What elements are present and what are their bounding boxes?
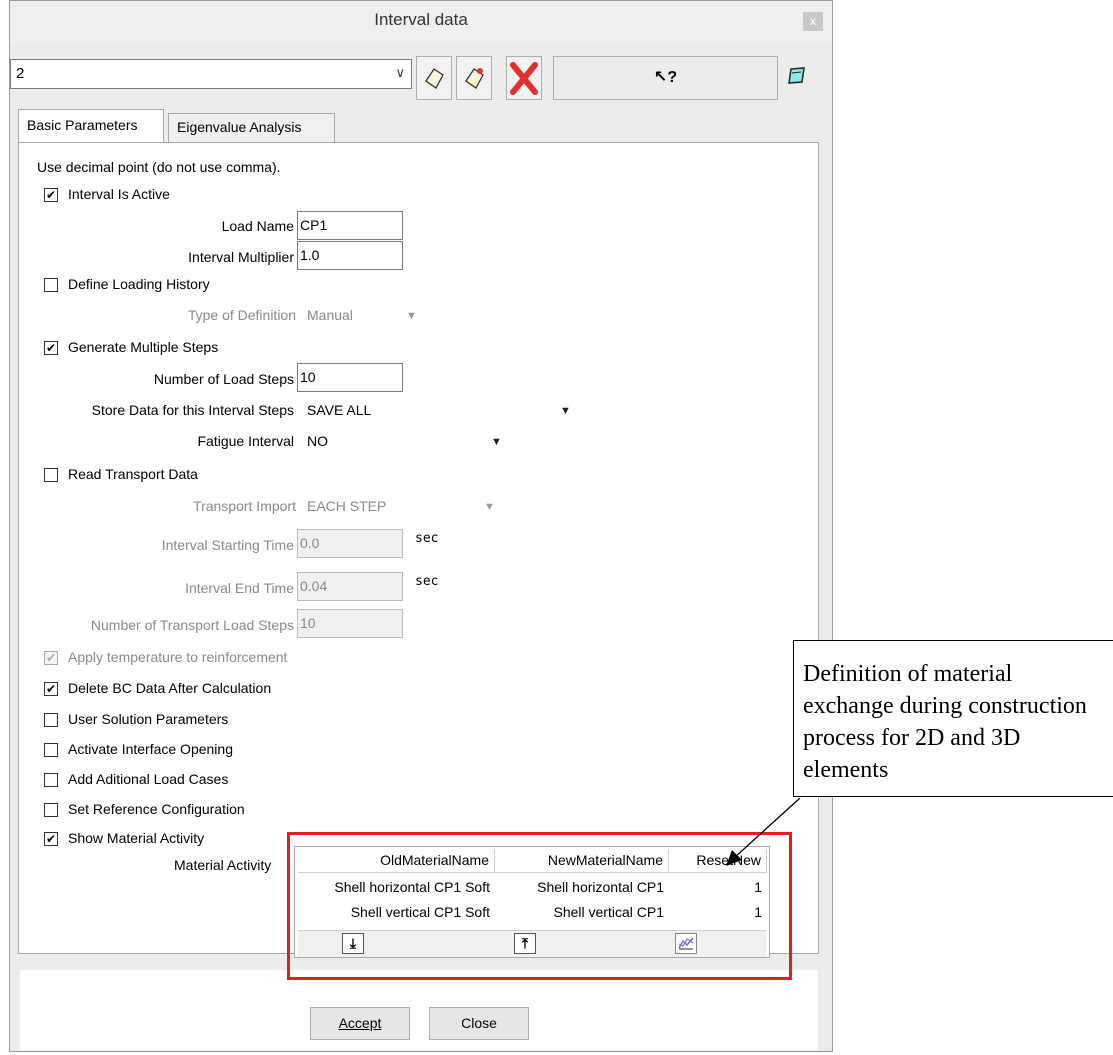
load-name-label: Load Name — [221, 218, 294, 234]
interval-multiplier-label: Interval Multiplier — [188, 249, 294, 265]
context-help-label: ? — [667, 69, 678, 86]
material-activity-label: Material Activity — [174, 857, 272, 873]
set-reference-configuration-label: Set Reference Configuration — [68, 801, 245, 817]
annotation-callout: Definition of material exchange during c… — [793, 640, 1113, 797]
chevron-down-icon: ∨ — [395, 65, 405, 80]
delete-interval-button[interactable] — [506, 56, 542, 100]
delete-bc-data-checkbox[interactable]: ✔ — [44, 682, 58, 696]
define-loading-history-label: Define Loading History — [68, 276, 210, 292]
interval-starting-time-unit: sec — [415, 531, 439, 546]
accept-button[interactable]: Accept — [310, 1007, 410, 1040]
transport-import-arrow-icon: ▼ — [484, 501, 495, 513]
annotation-text: Definition of material exchange during c… — [803, 661, 1087, 783]
interval-active-label: Interval Is Active — [68, 186, 170, 202]
interval-end-time-field[interactable]: 0.04 — [297, 572, 403, 601]
store-data-select[interactable]: SAVE ALL — [307, 402, 371, 418]
generate-multiple-steps-label: Generate Multiple Steps — [68, 339, 219, 355]
close-window-button[interactable]: x — [803, 12, 823, 31]
type-of-definition-label: Type of Definition — [187, 307, 296, 323]
read-transport-data-label: Read Transport Data — [68, 466, 198, 482]
add-additional-load-cases-label: Add Aditional Load Cases — [68, 771, 229, 787]
interval-end-time-unit: sec — [415, 574, 439, 589]
read-transport-data-checkbox[interactable] — [44, 468, 58, 482]
interval-multiplier-field[interactable]: 1.0 — [297, 241, 403, 270]
tab-eigenvalue-analysis[interactable]: Eigenvalue Analysis — [168, 113, 335, 143]
apply-temperature-checkbox[interactable]: ✔ — [44, 651, 58, 665]
generate-multiple-steps-checkbox[interactable]: ✔ — [44, 341, 58, 355]
fatigue-interval-arrow-icon: ▼ — [491, 436, 502, 448]
context-help-icon: ↖ — [653, 69, 668, 86]
close-label: Close — [461, 1015, 497, 1031]
activate-interface-opening-label: Activate Interface Opening — [68, 741, 233, 757]
delete-interval-icon — [510, 62, 538, 95]
highlight-box — [287, 832, 792, 980]
context-help-button[interactable]: ↖? — [553, 56, 778, 100]
fatigue-interval-label: Fatigue Interval — [197, 433, 295, 449]
load-name-field[interactable]: CP1 — [297, 211, 403, 240]
add-interval-button[interactable] — [416, 56, 452, 100]
user-solution-parameters-checkbox[interactable] — [44, 713, 58, 727]
transport-import-select[interactable]: EACH STEP — [307, 498, 386, 514]
type-of-definition-select[interactable]: Manual — [307, 307, 353, 323]
set-reference-configuration-checkbox[interactable] — [44, 803, 58, 817]
dialog-button-bar — [20, 970, 818, 1050]
add-additional-load-cases-checkbox[interactable] — [44, 773, 58, 787]
copy-interval-icon — [465, 68, 484, 89]
decimal-note: Use decimal point (do not use comma). — [37, 159, 281, 175]
notebook-icon — [788, 67, 805, 84]
number-of-load-steps-label: Number of Load Steps — [153, 371, 294, 387]
type-of-definition-arrow-icon: ▼ — [406, 310, 417, 322]
define-loading-history-checkbox[interactable] — [44, 278, 58, 292]
interval-select[interactable]: 2 ∨ — [10, 59, 412, 89]
title-bar: Interval data x — [10, 1, 832, 43]
fatigue-interval-select[interactable]: NO — [307, 433, 328, 449]
close-button[interactable]: Close — [429, 1007, 529, 1040]
transport-import-label: Transport Import — [193, 498, 296, 514]
transport-load-steps-field[interactable]: 10 — [297, 609, 403, 638]
interval-starting-time-field[interactable]: 0.0 — [297, 529, 403, 558]
delete-bc-data-label: Delete BC Data After Calculation — [68, 680, 272, 696]
number-of-load-steps-field[interactable]: 10 — [297, 363, 403, 392]
interval-active-checkbox[interactable]: ✔ — [44, 188, 58, 202]
notebook-button[interactable] — [786, 65, 808, 90]
store-data-label: Store Data for this Interval Steps — [91, 402, 294, 418]
user-solution-parameters-label: User Solution Parameters — [68, 711, 229, 727]
annotation-arrow — [726, 797, 801, 866]
interval-starting-time-label: Interval Starting Time — [161, 537, 294, 553]
show-material-activity-checkbox[interactable]: ✔ — [44, 832, 58, 846]
apply-temperature-label: Apply temperature to reinforcement — [68, 649, 288, 665]
accept-label: Accept — [338, 1015, 382, 1031]
copy-interval-button[interactable] — [456, 56, 492, 100]
add-interval-icon — [425, 68, 444, 89]
interval-select-value: 2 — [16, 65, 25, 82]
interval-end-time-label: Interval End Time — [185, 580, 294, 596]
show-material-activity-label: Show Material Activity — [68, 830, 205, 846]
transport-load-steps-label: Number of Transport Load Steps — [90, 617, 294, 633]
activate-interface-opening-checkbox[interactable] — [44, 743, 58, 757]
store-data-arrow-icon: ▼ — [560, 405, 571, 417]
window-title: Interval data — [374, 10, 468, 29]
tab-basic-parameters[interactable]: Basic Parameters — [18, 109, 164, 144]
